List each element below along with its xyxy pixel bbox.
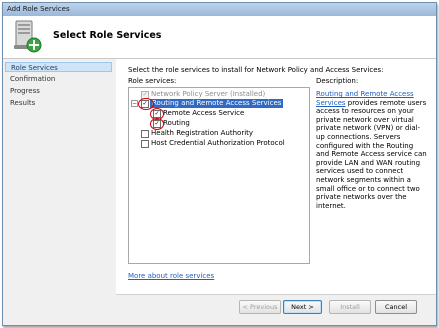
tree-row-network-policy-server: ✓ Network Policy Server (Installed) [129,90,307,99]
wizard-nav: Role Services Confirmation Progress Resu… [3,59,115,324]
cancel-button[interactable]: Cancel [375,300,417,314]
next-button[interactable]: Next > [283,300,322,314]
wizard-content: Select the role services to install for … [116,59,436,294]
add-role-services-window: Add Role Services Select Role Services R… [2,2,437,326]
footer-divider [116,294,436,295]
instruction-text: Select the role services to install for … [128,66,384,74]
wizard-header: Select Role Services [3,16,436,59]
server-add-icon [14,20,42,53]
role-services-label: Role services: [128,77,177,85]
tree-row-health-registration[interactable]: Health Registration Authority [129,129,307,138]
description-label: Description: [316,77,359,85]
role-services-tree: ✓ Network Policy Server (Installed) − ✓ … [128,87,310,264]
window-title: Add Role Services [7,5,70,13]
nav-item-progress[interactable]: Progress [5,86,112,96]
nav-item-results[interactable]: Results [5,98,112,108]
previous-button[interactable]: < Previous [239,300,281,314]
nav-item-role-services[interactable]: Role Services [5,62,112,72]
label-network-policy-server: Network Policy Server (Installed) [151,90,266,98]
install-button[interactable]: Install [329,300,371,314]
label-routing-remote-access[interactable]: Routing and Remote Access Services [150,99,284,108]
description-text: provides remote users access to resource… [316,98,427,210]
label-health-registration[interactable]: Health Registration Authority [151,129,253,138]
label-host-credential[interactable]: Host Credential Authorization Protocol [151,139,285,148]
title-bar[interactable]: Add Role Services [3,3,436,16]
description-panel: Routing and Remote Access Services provi… [316,90,428,210]
tree-row-host-credential[interactable]: Host Credential Authorization Protocol [129,139,307,148]
more-about-role-services-link[interactable]: More about role services [128,272,214,280]
page-title: Select Role Services [53,30,162,41]
collapse-toggle-icon[interactable]: − [131,100,138,107]
label-routing[interactable]: Routing [163,119,190,128]
label-remote-access-service[interactable]: Remote Access Service [163,109,244,118]
checkbox-host-credential[interactable] [141,140,149,148]
checkbox-health-registration[interactable] [141,130,149,138]
tree-row-routing-remote-access[interactable]: − ✓ Routing and Remote Access Services [129,99,307,108]
nav-item-confirmation[interactable]: Confirmation [5,74,112,84]
